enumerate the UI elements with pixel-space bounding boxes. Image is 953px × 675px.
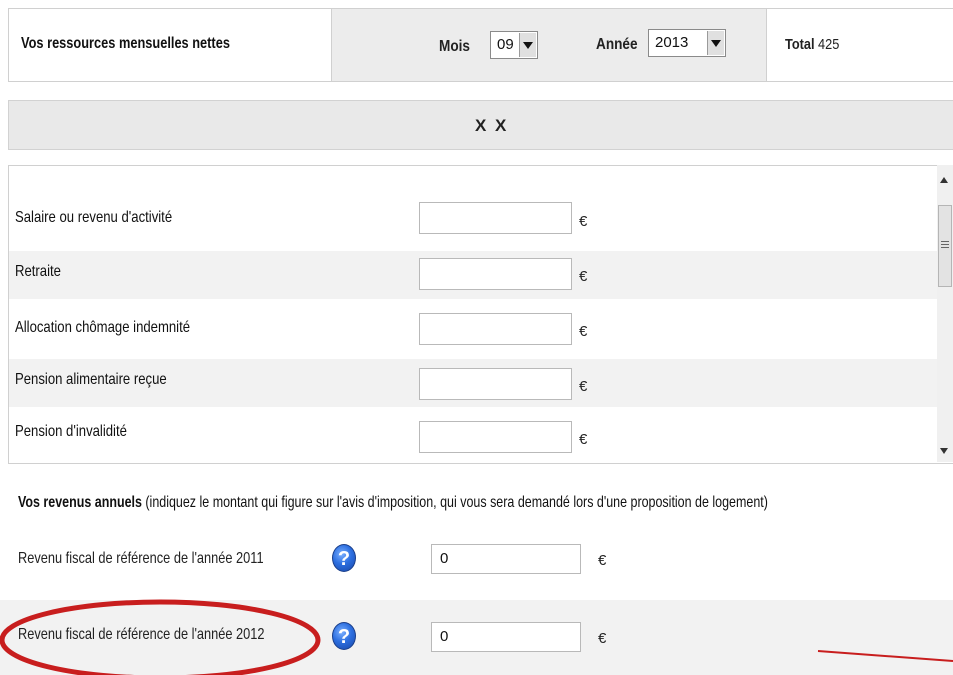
annotation-line	[817, 650, 953, 662]
red-annotation-overlay	[0, 599, 953, 675]
highlight-ellipse	[0, 599, 321, 675]
